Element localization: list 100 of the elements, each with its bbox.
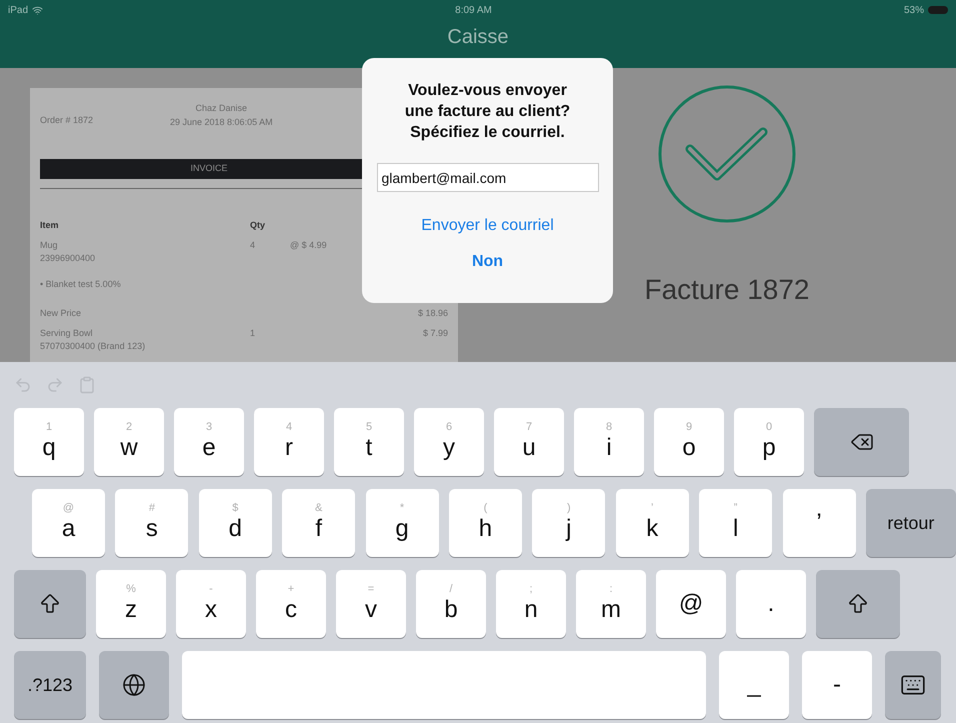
key-letter: l <box>732 514 738 544</box>
key[interactable]: ’ k <box>616 489 689 557</box>
column-header: Qty <box>250 219 266 232</box>
carrier-label: iPad <box>8 4 28 18</box>
key-hint: ’ <box>651 502 654 514</box>
key[interactable]: ; n <box>496 570 566 638</box>
invoice-title: Facture 1872 <box>644 276 810 304</box>
key-letter: a <box>62 514 76 544</box>
key-hint: ; <box>529 584 533 594</box>
key-hint: 9 <box>686 422 692 432</box>
key[interactable]: 2 w <box>94 408 164 476</box>
key-letter: o <box>682 432 696 462</box>
key[interactable]: 5 t <box>334 408 404 476</box>
key-letter: @ <box>678 589 704 619</box>
key-hint: + <box>288 584 294 594</box>
key[interactable]: + c <box>256 570 326 638</box>
key[interactable]: 8 i <box>574 408 644 476</box>
shift-key[interactable] <box>816 570 900 638</box>
key[interactable]: @ a <box>32 489 105 557</box>
shift-icon <box>38 592 62 616</box>
backspace-key[interactable] <box>814 408 909 476</box>
key-letter: ’ <box>816 508 822 538</box>
dismiss-keyboard-key[interactable] <box>885 651 941 719</box>
space-key[interactable] <box>182 651 706 719</box>
key-letter: s <box>146 514 158 544</box>
undo-icon[interactable] <box>14 376 32 394</box>
key[interactable]: 3 e <box>174 408 244 476</box>
key[interactable]: ” l <box>699 489 772 557</box>
shift-key[interactable] <box>14 570 86 638</box>
key-hint: 5 <box>366 422 372 432</box>
key-hint: / <box>449 584 453 594</box>
key-letter: c <box>285 594 297 624</box>
wifi-icon <box>32 4 44 16</box>
key-letter: r <box>285 432 293 462</box>
globe-key[interactable] <box>99 651 169 719</box>
key-hint: 3 <box>206 422 212 432</box>
key[interactable]: 4 r <box>254 408 324 476</box>
key[interactable]: ) j <box>532 489 606 557</box>
key-hint: - <box>209 584 213 594</box>
discount-note: • Blanket test 5.00% <box>40 278 122 290</box>
key[interactable]: - x <box>176 570 246 638</box>
key[interactable]: & f <box>282 489 356 557</box>
key[interactable]: . <box>736 570 806 638</box>
key-hint: 4 <box>286 422 292 432</box>
key[interactable]: $ d <box>198 489 272 557</box>
return-key[interactable]: retour <box>866 489 956 557</box>
order-date: 29 June 2018 8:06:05 AM <box>170 116 273 128</box>
alert-action[interactable]: Envoyer le courriel <box>421 214 554 238</box>
redo-icon[interactable] <box>46 376 64 394</box>
order-number: Order # 1872 <box>40 114 94 127</box>
item-price: @ $ 4.99 <box>290 238 328 252</box>
key[interactable]: 1 q <box>14 408 84 476</box>
shift-icon <box>846 592 870 616</box>
key-letter: f <box>315 514 322 544</box>
battery-icon <box>928 6 948 14</box>
key-hint: & <box>315 502 322 514</box>
key[interactable]: 7 u <box>494 408 564 476</box>
key[interactable]: * g <box>366 489 439 557</box>
key[interactable]: ( h <box>448 489 522 557</box>
item-code: 57070300400 (Brand 123) <box>40 340 146 353</box>
key-hint: = <box>368 584 374 594</box>
key[interactable]: = v <box>336 570 406 638</box>
item-quantity: 4 <box>250 238 256 252</box>
key-letter: m <box>601 594 621 624</box>
key-letter: . <box>768 589 774 619</box>
key[interactable]: % z <box>96 570 166 638</box>
item-name: Serving Bowl <box>40 326 94 340</box>
key-letter: n <box>524 594 538 624</box>
store-name: Chaz Danise <box>196 102 248 115</box>
key[interactable]: 0 p <box>734 408 804 476</box>
alert-action[interactable]: Non <box>472 250 504 274</box>
key-hint: 8 <box>606 422 612 432</box>
key-letter: i <box>606 432 612 462</box>
key-hint: ( <box>484 502 488 514</box>
key[interactable]: @ <box>656 570 726 638</box>
paste-icon[interactable] <box>78 376 96 394</box>
key-letter: _ <box>747 670 761 700</box>
email-field[interactable]: glambert@mail.com <box>376 163 598 192</box>
key-hint: 7 <box>526 422 532 432</box>
numbers-key[interactable]: .?123 <box>14 651 86 719</box>
key-hint: ” <box>734 502 738 514</box>
key-hint: ) <box>567 502 571 514</box>
key-letter: b <box>444 594 458 624</box>
key[interactable]: 6 y <box>414 408 484 476</box>
key-hint: 1 <box>46 422 52 432</box>
item-code: 23996900400 <box>40 252 96 265</box>
nav-title: Caisse <box>447 25 509 50</box>
key-hint: 6 <box>446 422 452 432</box>
key-hint: % <box>126 584 136 594</box>
key[interactable]: _ <box>719 651 789 719</box>
key[interactable]: - <box>802 651 872 719</box>
key[interactable]: ’ <box>782 489 856 557</box>
key[interactable]: 9 o <box>654 408 724 476</box>
alert-message: Voulez-vous envoyer une facture au client? Spécifiez le courriel. <box>404 81 572 143</box>
item-price: $ 7.99 <box>422 326 448 340</box>
key-hint: 2 <box>126 422 132 432</box>
key-hint: $ <box>232 502 238 514</box>
key[interactable]: / b <box>416 570 486 638</box>
key[interactable]: : m <box>576 570 646 638</box>
key[interactable]: # s <box>115 489 188 557</box>
